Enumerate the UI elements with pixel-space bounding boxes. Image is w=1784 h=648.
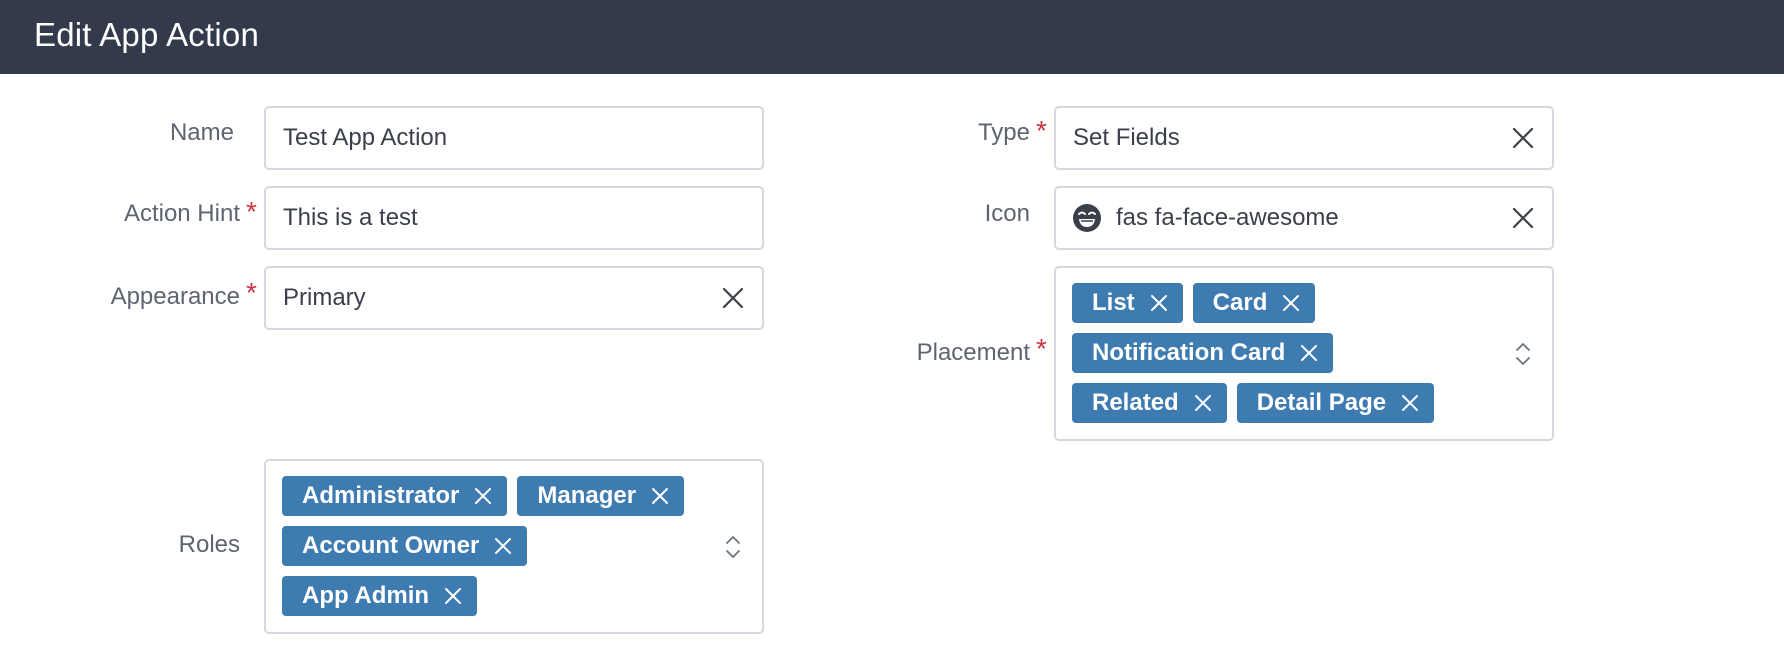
close-icon[interactable]	[1511, 126, 1535, 150]
placement-label: Placement	[916, 339, 1030, 366]
remove-tag-icon[interactable]	[1193, 393, 1213, 413]
tag-label: Card	[1212, 289, 1268, 316]
name-input[interactable]: Test App Action	[283, 108, 447, 168]
required-marker: *	[1036, 115, 1047, 146]
icon-label: Icon	[984, 200, 1030, 227]
type-select[interactable]: Set Fields	[1054, 106, 1554, 170]
chevron-up-down-icon[interactable]	[725, 534, 741, 560]
role-tag: App Admin	[282, 576, 478, 616]
placement-tag: Notification Card	[1072, 333, 1334, 373]
required-marker: *	[246, 196, 257, 227]
placement-tag: List	[1072, 283, 1183, 323]
tag-label: Notification Card	[1092, 339, 1286, 366]
appearance-value: Primary	[283, 284, 366, 311]
required-marker: *	[1036, 333, 1047, 364]
face-awesome-icon	[1072, 203, 1102, 233]
page-title: Edit App Action	[34, 16, 259, 53]
remove-tag-icon[interactable]	[650, 486, 670, 506]
close-icon[interactable]	[1511, 206, 1535, 230]
icon-value: fas fa-face-awesome	[1116, 204, 1339, 231]
placement-tag: Detail Page	[1236, 383, 1435, 423]
roles-label: Roles	[178, 531, 240, 558]
action-hint-field[interactable]: This is a test	[264, 186, 764, 250]
tag-label: App Admin	[302, 582, 430, 609]
remove-tag-icon[interactable]	[473, 486, 493, 506]
tag-label: Related	[1092, 389, 1179, 416]
remove-tag-icon[interactable]	[1400, 393, 1420, 413]
remove-tag-icon[interactable]	[1281, 293, 1301, 313]
action-hint-input[interactable]: This is a test	[283, 188, 418, 248]
appearance-select[interactable]: Primary	[264, 266, 764, 330]
dialog-header: Edit App Action	[0, 0, 1784, 74]
remove-tag-icon[interactable]	[443, 586, 463, 606]
tag-label: Administrator	[302, 482, 460, 509]
placement-tag: Related	[1072, 383, 1227, 423]
tag-label: List	[1092, 289, 1135, 316]
remove-tag-icon[interactable]	[1149, 293, 1169, 313]
type-label: Type	[977, 119, 1030, 146]
placement-multiselect[interactable]: List Card Notification Card Related Deta…	[1054, 266, 1554, 441]
tag-label: Account Owner	[302, 532, 480, 559]
appearance-label: Appearance	[110, 283, 240, 310]
action-hint-label: Action Hint	[123, 200, 240, 227]
type-value: Set Fields	[1073, 124, 1180, 151]
close-icon[interactable]	[721, 286, 745, 310]
remove-tag-icon[interactable]	[1299, 343, 1319, 363]
chevron-up-down-icon[interactable]	[1515, 341, 1531, 367]
role-tag: Account Owner	[282, 526, 528, 566]
name-field[interactable]: Test App Action	[264, 106, 764, 170]
placement-tag: Card	[1192, 283, 1316, 323]
required-marker: *	[246, 277, 257, 308]
icon-select[interactable]: fas fa-face-awesome	[1054, 186, 1554, 250]
name-label: Name	[169, 119, 234, 146]
roles-multiselect[interactable]: Administrator Manager Account Owner App …	[264, 459, 764, 634]
role-tag: Manager	[517, 476, 685, 516]
tag-label: Detail Page	[1256, 389, 1387, 416]
tag-label: Manager	[537, 482, 637, 509]
role-tag: Administrator	[282, 476, 508, 516]
remove-tag-icon[interactable]	[493, 536, 513, 556]
